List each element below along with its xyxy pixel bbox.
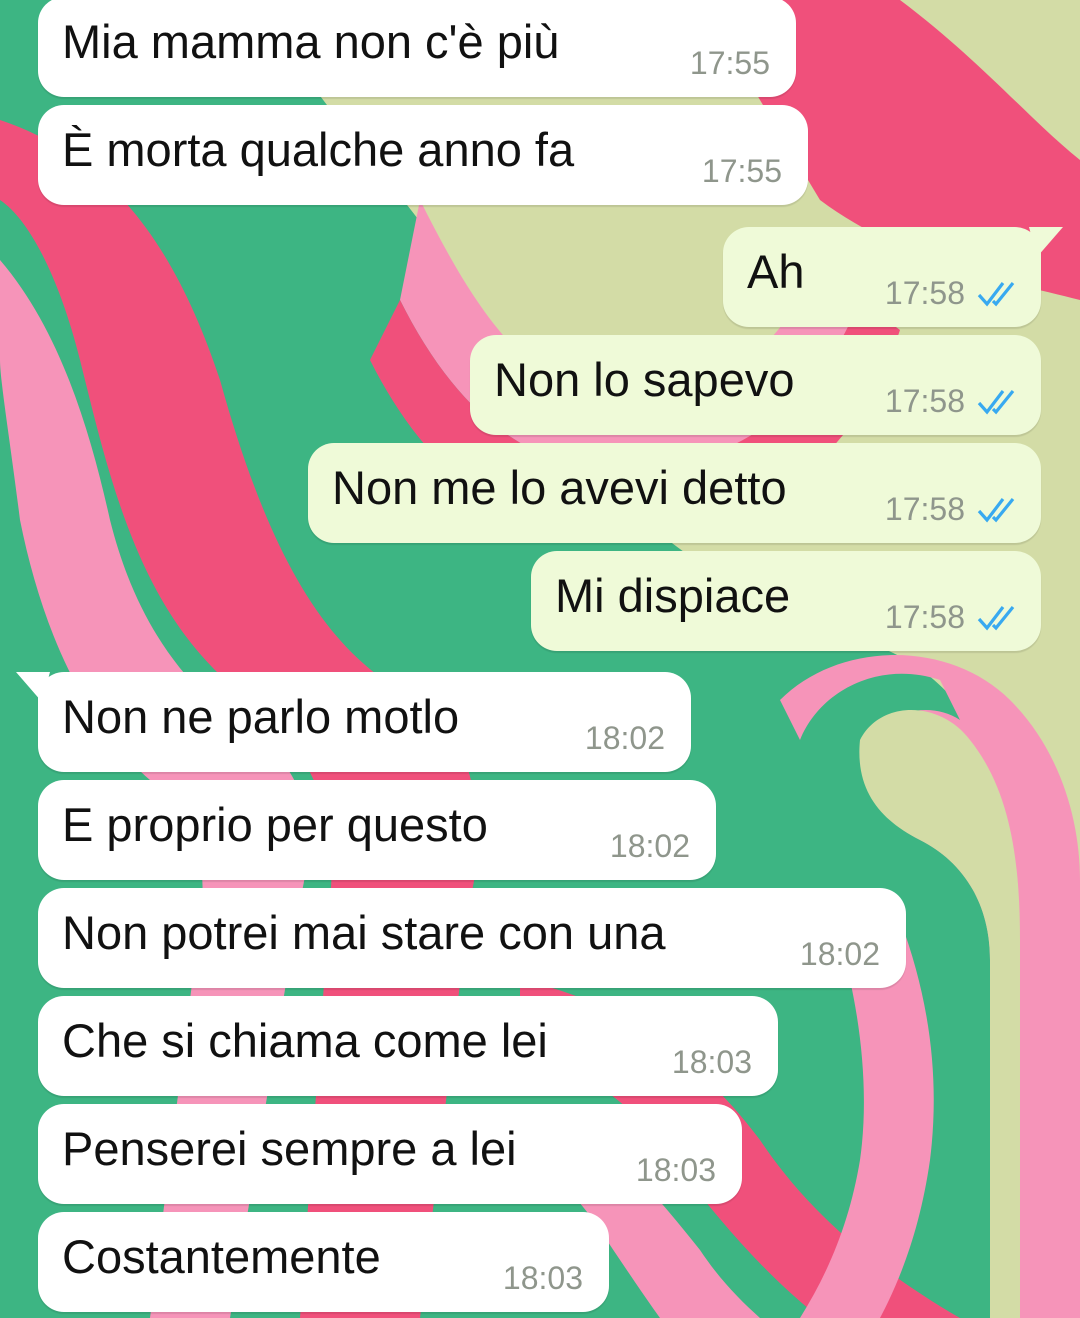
message-text: Mi dispiace: [555, 569, 791, 622]
message-timestamp: 17:58: [884, 275, 965, 311]
message-text: Ah: [747, 245, 805, 298]
message-timestamp: 18:03: [635, 1152, 716, 1188]
message-text: Mia mamma non c'è più: [62, 15, 560, 68]
message-timestamp: 17:58: [884, 491, 965, 527]
message-text: Costantemente: [62, 1230, 381, 1283]
message-text: Penserei sempre a lei: [62, 1122, 517, 1175]
message-incoming[interactable]: Penserei sempre a lei 18:03: [38, 1104, 742, 1204]
message-timestamp: 18:02: [799, 936, 880, 972]
message-timestamp: 17:55: [701, 153, 782, 189]
message-timestamp: 18:02: [584, 720, 665, 756]
message-incoming[interactable]: Non ne parlo motlo 18:02: [16, 672, 691, 772]
message-text: E proprio per questo: [62, 798, 488, 851]
message-incoming[interactable]: Che si chiama come lei 18:03: [38, 996, 778, 1096]
message-timestamp: 18:02: [609, 828, 690, 864]
message-incoming[interactable]: Non potrei mai stare con una 18:02: [38, 888, 906, 988]
message-outgoing[interactable]: Ah 17:58: [723, 227, 1063, 327]
message-incoming[interactable]: E proprio per questo 18:02: [38, 780, 716, 880]
message-timestamp: 17:55: [689, 45, 770, 81]
message-timestamp: 17:58: [884, 383, 965, 419]
message-text: Non me lo avevi detto: [332, 461, 787, 514]
message-incoming[interactable]: È morta qualche anno fa 17:55: [38, 105, 808, 205]
message-text: Non lo sapevo: [494, 353, 795, 406]
bubble-tail: [1029, 227, 1063, 257]
message-text: Non ne parlo motlo: [62, 690, 460, 743]
message-text: Non potrei mai stare con una: [62, 906, 666, 959]
message-text: Che si chiama come lei: [62, 1014, 548, 1067]
double-check-read-icon: [977, 389, 1015, 415]
message-timestamp: 18:03: [502, 1260, 583, 1296]
double-check-read-icon: [977, 605, 1015, 631]
message-outgoing[interactable]: Non lo sapevo 17:58: [470, 335, 1041, 435]
message-text: È morta qualche anno fa: [62, 123, 575, 176]
double-check-read-icon: [977, 281, 1015, 307]
double-check-read-icon: [977, 497, 1015, 523]
bubble-tail: [16, 672, 50, 702]
message-outgoing[interactable]: Non me lo avevi detto 17:58: [308, 443, 1041, 543]
message-timestamp: 18:03: [671, 1044, 752, 1080]
message-incoming[interactable]: Mia mamma non c'è più 17:55: [38, 0, 796, 97]
message-timestamp: 17:58: [884, 599, 965, 635]
message-incoming[interactable]: Costantemente 18:03: [38, 1212, 609, 1312]
message-outgoing[interactable]: Mi dispiace 17:58: [531, 551, 1041, 651]
